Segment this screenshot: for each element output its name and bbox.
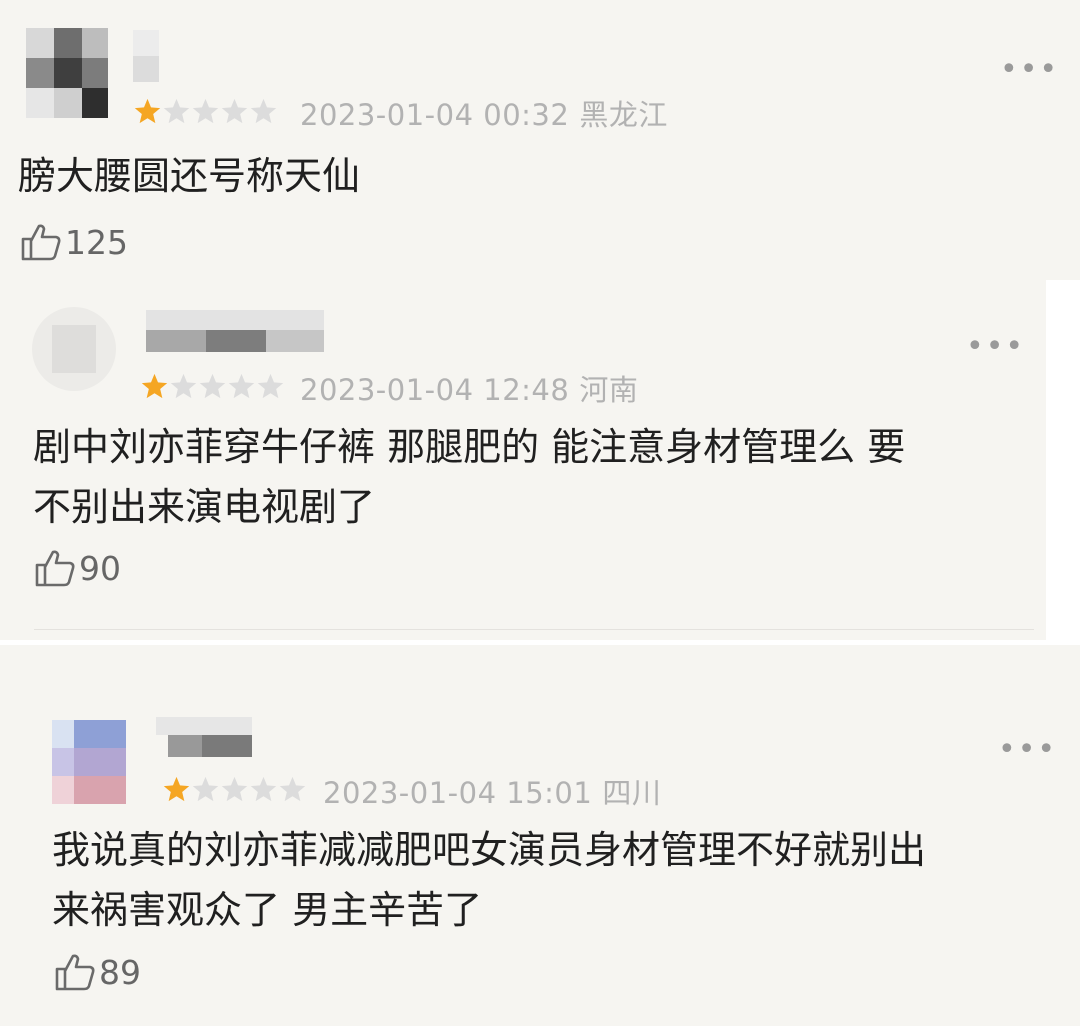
comment-location: 河南 [579, 373, 639, 407]
comment-text: 剧中刘亦菲穿牛仔裤 那腿肥的 能注意身材管理么 要 不别出来演电视剧了 [33, 425, 906, 529]
edge-strip [1046, 280, 1080, 640]
comment-date: 2023-01-04 15:01 [323, 776, 593, 810]
like-button[interactable]: 90 [34, 548, 121, 588]
comment-location: 四川 [602, 776, 662, 810]
comment-meta: 2023-01-04 15:01 四川 [323, 770, 661, 812]
comment-date: 2023-01-04 00:32 [300, 98, 570, 132]
star-empty-icon [192, 98, 219, 124]
star-empty-icon [257, 373, 284, 399]
more-dots-icon[interactable]: ••• [998, 735, 1057, 765]
comment-location: 黑龙江 [579, 98, 668, 132]
star-rating [140, 372, 285, 401]
star-empty-icon [279, 776, 306, 802]
username-blurred[interactable] [156, 717, 252, 757]
star-rating [162, 775, 307, 804]
comment-text: 膀大腰圆还号称天仙 [18, 154, 361, 198]
username-blurred[interactable] [146, 310, 324, 352]
like-button[interactable]: 125 [20, 222, 128, 262]
more-dots-icon[interactable]: ••• [1000, 55, 1059, 85]
star-empty-icon [250, 776, 277, 802]
star-empty-icon [221, 776, 248, 802]
star-empty-icon [163, 98, 190, 124]
comment-card: 2023-01-04 15:01 四川 ••• 我说真的刘亦菲减减肥吧女演员身材管… [10, 645, 1080, 1026]
comment-card: 2023-01-04 00:32 黑龙江 ••• 膀大腰圆还号称天仙 125 [0, 0, 1080, 285]
thumbs-up-icon [55, 954, 95, 991]
star-filled-icon [141, 373, 168, 399]
comment-text: 我说真的刘亦菲减减肥吧女演员身材管理不好就别出 来祸害观众了 男主辛苦了 [52, 828, 927, 932]
comment-date: 2023-01-04 12:48 [300, 373, 570, 407]
avatar[interactable] [26, 28, 108, 118]
star-empty-icon [250, 98, 277, 124]
comment-card: 2023-01-04 12:48 河南 ••• 剧中刘亦菲穿牛仔裤 那腿肥的 能注… [0, 285, 1046, 640]
thumbs-up-icon [21, 224, 61, 261]
comment-meta: 2023-01-04 00:32 黑龙江 [300, 92, 668, 134]
star-filled-icon [134, 98, 161, 124]
like-button[interactable]: 89 [54, 952, 141, 992]
username-blurred[interactable] [133, 30, 159, 82]
star-empty-icon [192, 776, 219, 802]
star-empty-icon [221, 98, 248, 124]
divider [34, 629, 1034, 630]
star-empty-icon [199, 373, 226, 399]
more-dots-icon[interactable]: ••• [966, 332, 1025, 362]
comment-meta: 2023-01-04 12:48 河南 [300, 367, 638, 409]
avatar[interactable] [52, 720, 126, 804]
like-count: 125 [65, 222, 128, 262]
star-empty-icon [170, 373, 197, 399]
thumbs-up-icon [35, 550, 75, 587]
avatar[interactable] [32, 307, 116, 391]
star-filled-icon [163, 776, 190, 802]
like-count: 89 [99, 952, 141, 992]
star-empty-icon [228, 373, 255, 399]
like-count: 90 [79, 548, 121, 588]
star-rating [133, 97, 278, 126]
